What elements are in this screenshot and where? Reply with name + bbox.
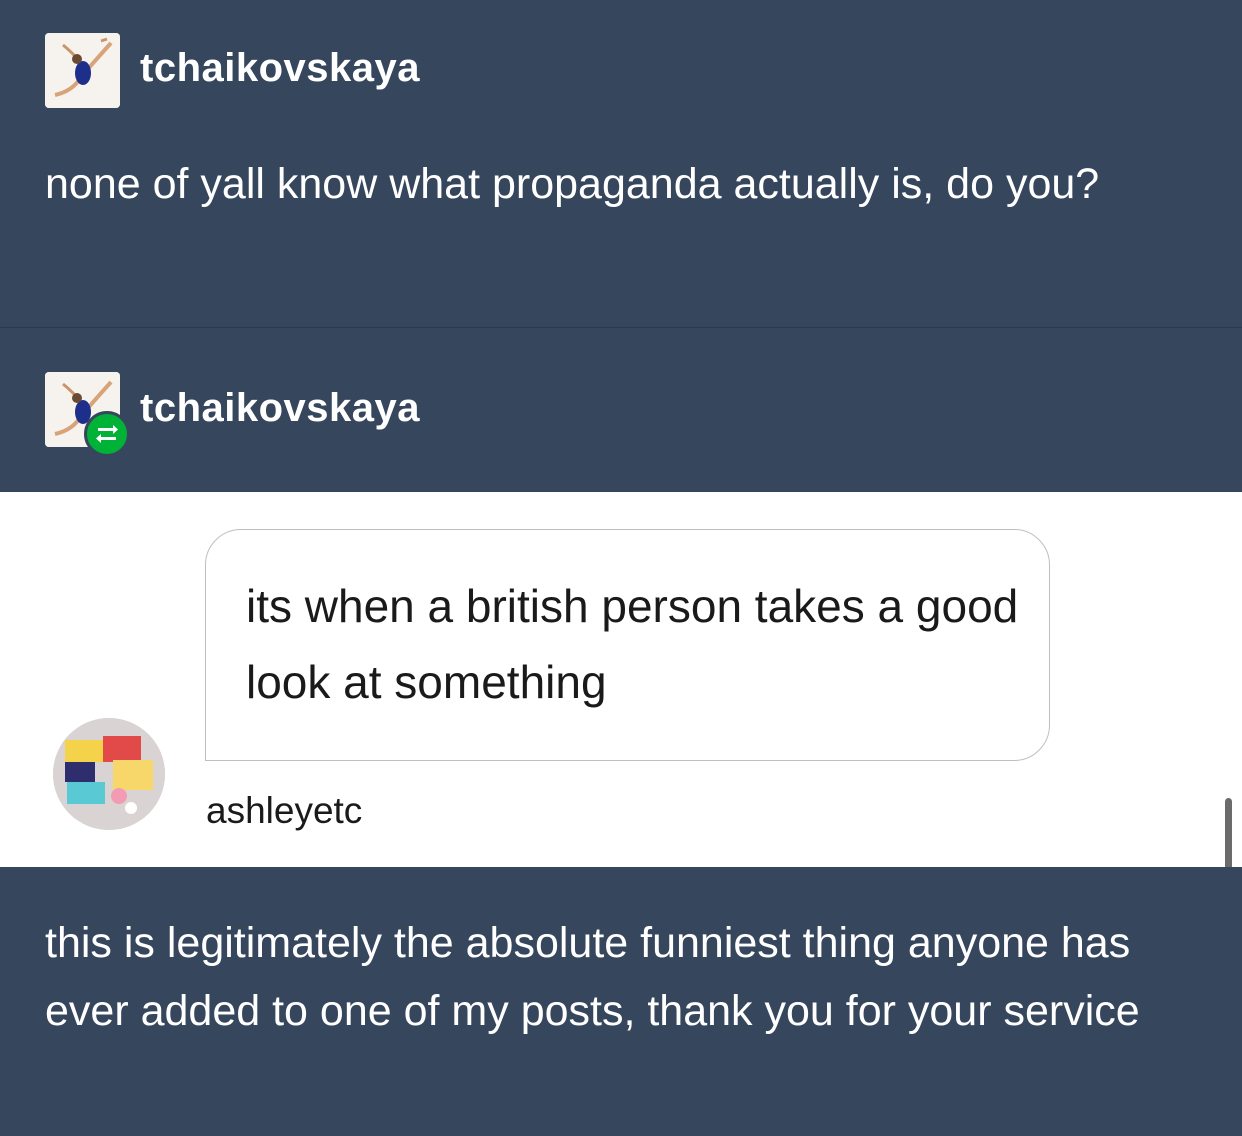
post-username[interactable]: tchaikovskaya [140, 46, 420, 91]
user-avatar[interactable] [45, 33, 120, 108]
ask-bubble: its when a british person takes a good l… [205, 529, 1050, 761]
reblog-username[interactable]: tchaikovskaya [140, 386, 420, 431]
reblog-icon [84, 411, 130, 457]
reblog-comment: this is legitimately the absolute funnie… [0, 867, 1242, 1136]
asker-avatar[interactable] [53, 718, 165, 830]
reblog-header: tchaikovskaya [0, 328, 1242, 492]
collage-avatar-icon [53, 718, 165, 830]
post-body-text: none of yall know what propaganda actual… [45, 160, 1100, 208]
gymnast-avatar-icon [45, 33, 120, 108]
comment-text: this is legitimately the absolute funnie… [45, 919, 1140, 1035]
original-post: tchaikovskaya none of yall know what pro… [0, 0, 1242, 327]
asker-name[interactable]: ashleyetc [206, 790, 362, 832]
ask-text: its when a british person takes a good l… [246, 580, 1019, 708]
